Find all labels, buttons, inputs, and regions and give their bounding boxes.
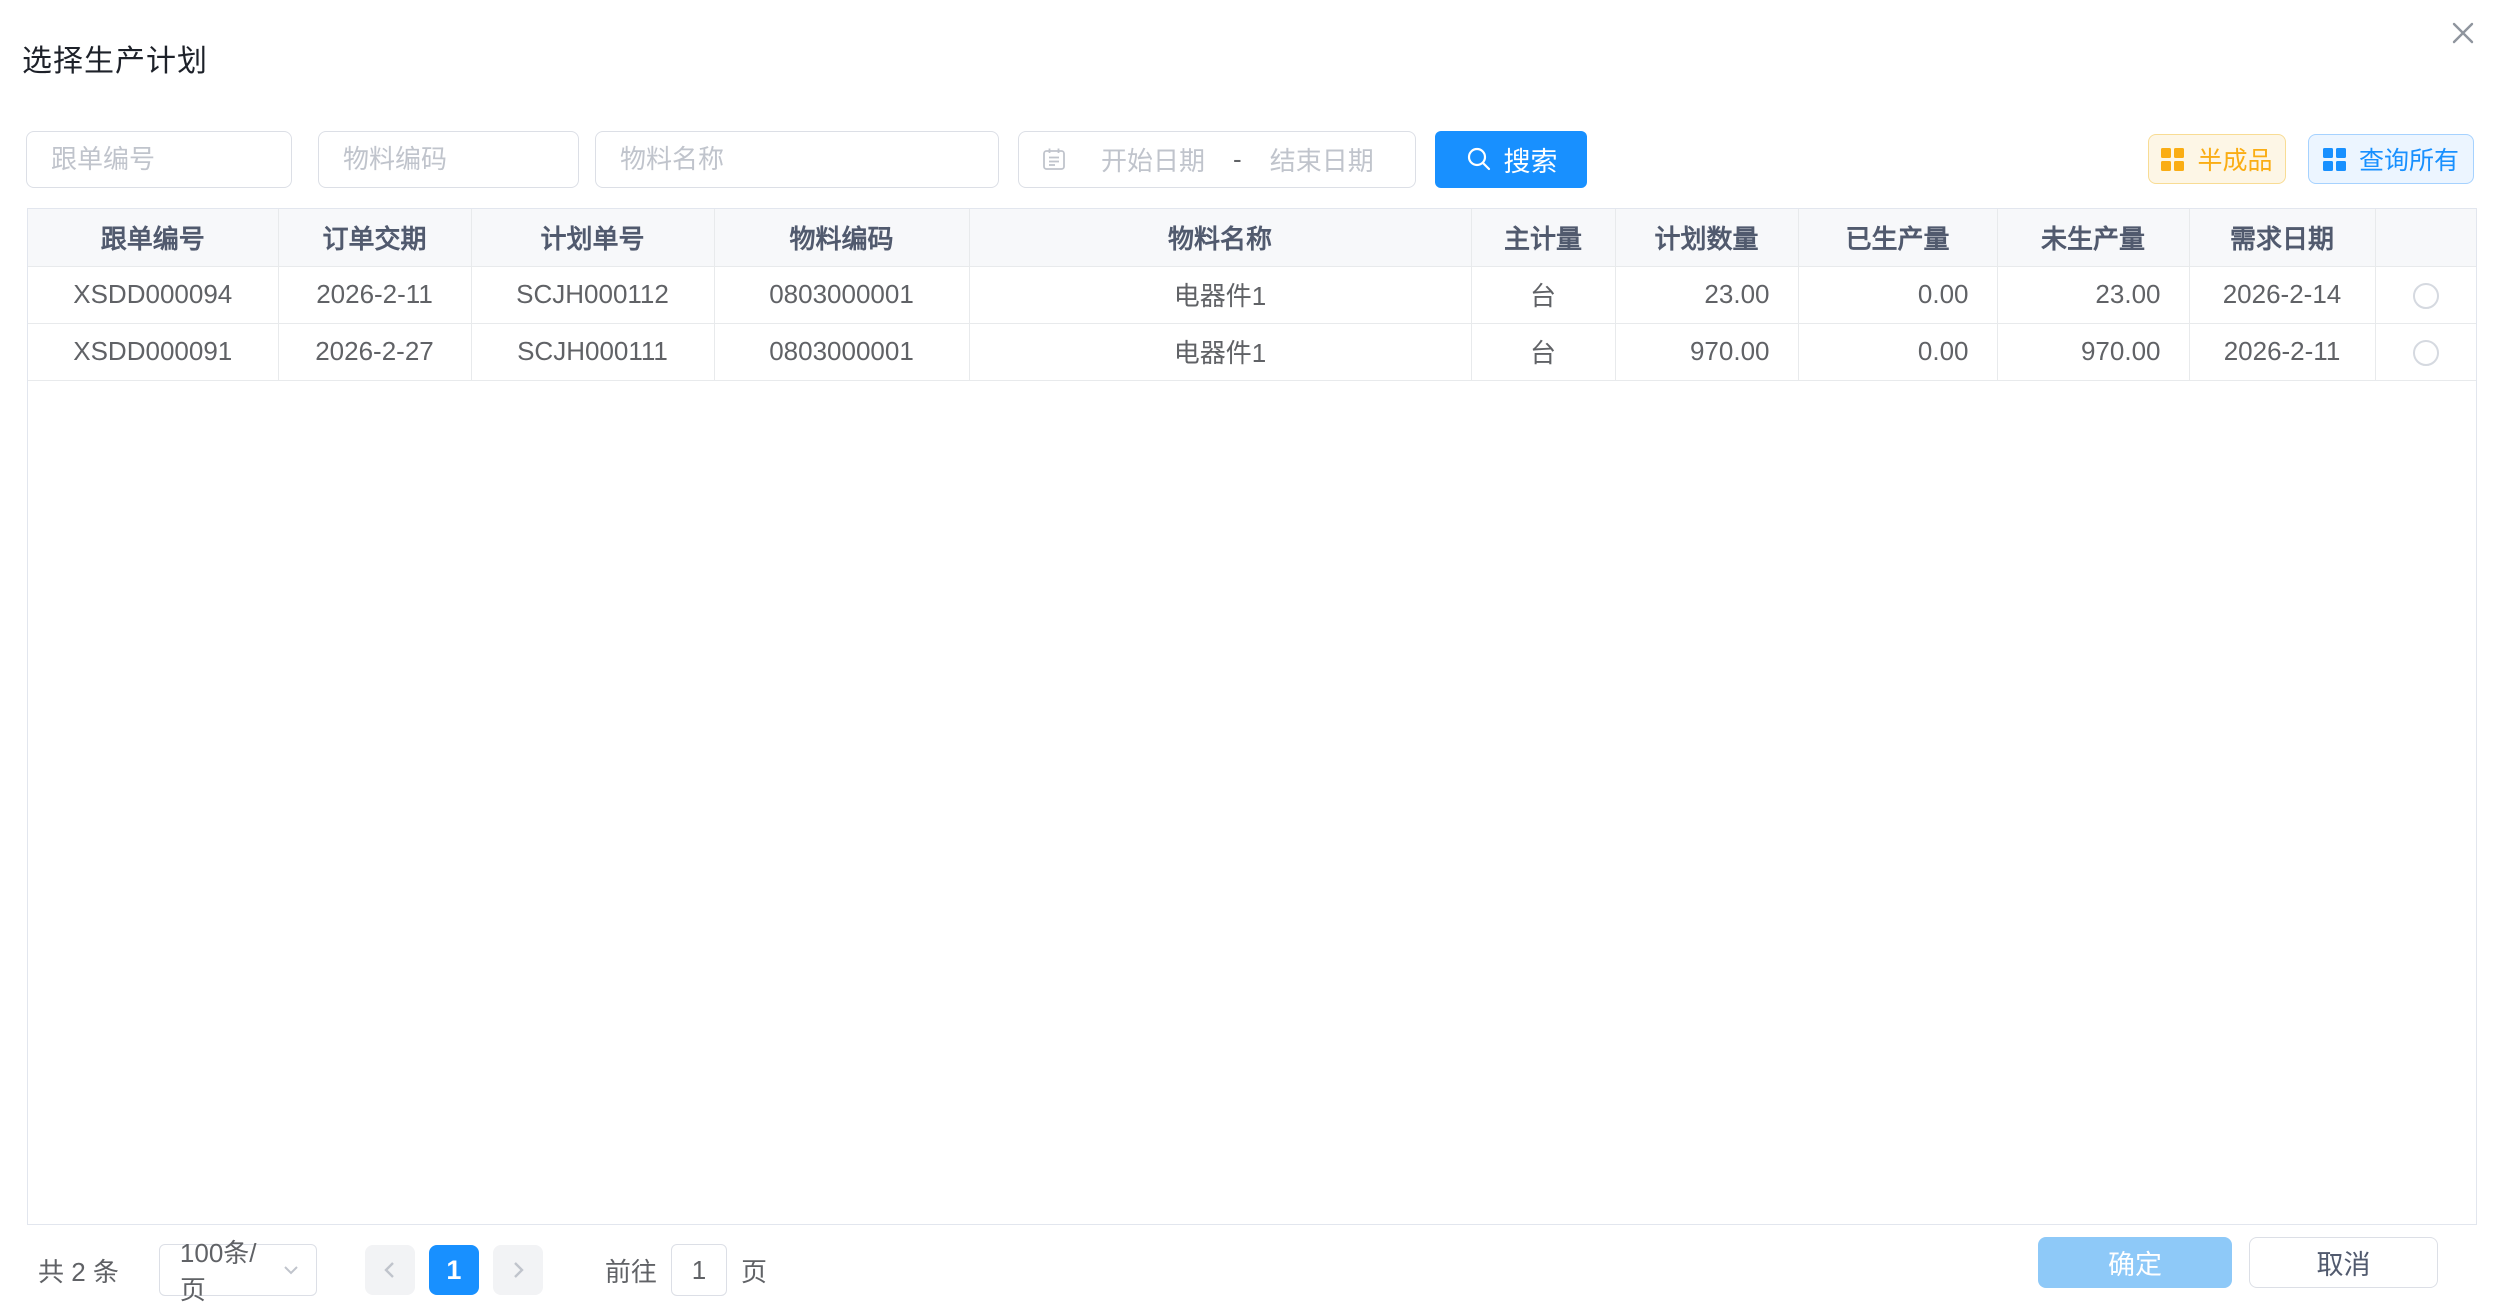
table-row[interactable]: XSDD000091 2026-2-27 SCJH000111 08030000… [28, 323, 2476, 380]
close-icon [2448, 18, 2478, 48]
semi-finished-label: 半成品 [2197, 141, 2272, 177]
cell-material-name: 电器件1 [969, 266, 1471, 323]
close-button[interactable] [2440, 10, 2486, 56]
query-all-label: 查询所有 [2359, 141, 2459, 177]
cell-planned-qty: 23.00 [1615, 266, 1798, 323]
col-header-plan-no: 计划单号 [471, 209, 714, 266]
pagination: 共 2 条 100条/页 1 前往 页 [38, 1244, 767, 1296]
category-grid-icon [2161, 148, 2184, 171]
col-header-demand-date: 需求日期 [2189, 209, 2375, 266]
date-start-placeholder: 开始日期 [1101, 141, 1205, 178]
cell-select [2375, 266, 2476, 323]
row-radio-button[interactable] [2413, 340, 2439, 366]
page-size-select[interactable]: 100条/页 [159, 1244, 317, 1296]
col-header-material-name: 物料名称 [969, 209, 1471, 266]
table-row[interactable]: XSDD000094 2026-2-11 SCJH000112 08030000… [28, 266, 2476, 323]
cell-order-no: XSDD000091 [28, 323, 278, 380]
cell-plan-no: SCJH000111 [471, 323, 714, 380]
col-header-unproduced-qty: 未生产量 [1997, 209, 2189, 266]
calendar-icon [1041, 146, 1067, 172]
production-plan-table: 跟单编号 订单交期 计划单号 物料编码 物料名称 主计量 计划数量 已生产量 未… [27, 208, 2477, 1225]
col-header-planned-qty: 计划数量 [1615, 209, 1798, 266]
cell-order-no: XSDD000094 [28, 266, 278, 323]
cell-unit: 台 [1471, 266, 1615, 323]
chevron-down-icon [280, 1259, 302, 1281]
col-header-unit: 主计量 [1471, 209, 1615, 266]
prev-page-button[interactable] [365, 1245, 415, 1295]
query-all-button[interactable]: 查询所有 [2308, 134, 2474, 184]
current-page-button[interactable]: 1 [429, 1245, 479, 1295]
total-count-label: 共 2 条 [38, 1252, 119, 1289]
cell-plan-no: SCJH000112 [471, 266, 714, 323]
search-button[interactable]: 搜索 [1435, 131, 1587, 188]
page-title: 选择生产计划 [22, 36, 208, 80]
cell-material-name: 电器件1 [969, 323, 1471, 380]
date-separator: - [1233, 144, 1242, 175]
category-grid-icon [2323, 148, 2346, 171]
col-header-select [2375, 209, 2476, 266]
next-page-button[interactable] [493, 1245, 543, 1295]
cancel-button[interactable]: 取消 [2249, 1237, 2438, 1288]
goto-page-input[interactable] [671, 1244, 727, 1296]
cell-material-code: 0803000001 [714, 323, 969, 380]
col-header-material-code: 物料编码 [714, 209, 969, 266]
chevron-right-icon [506, 1258, 530, 1282]
table-header-row: 跟单编号 订单交期 计划单号 物料编码 物料名称 主计量 计划数量 已生产量 未… [28, 209, 2476, 266]
cell-demand-date: 2026-2-14 [2189, 266, 2375, 323]
confirm-button[interactable]: 确定 [2038, 1237, 2232, 1288]
cell-demand-date: 2026-2-11 [2189, 323, 2375, 380]
page-size-value: 100条/页 [180, 1233, 280, 1307]
filter-bar: 开始日期 - 结束日期 搜索 半成品 查询所有 [26, 130, 2474, 188]
cell-select [2375, 323, 2476, 380]
cell-unproduced-qty: 23.00 [1997, 266, 2189, 323]
cell-order-delivery: 2026-2-11 [278, 266, 471, 323]
cell-unproduced-qty: 970.00 [1997, 323, 2189, 380]
semi-finished-button[interactable]: 半成品 [2148, 134, 2286, 184]
row-radio-button[interactable] [2413, 283, 2439, 309]
goto-label: 前往 [605, 1252, 657, 1289]
search-icon [1465, 145, 1493, 173]
cell-planned-qty: 970.00 [1615, 323, 1798, 380]
chevron-left-icon [378, 1258, 402, 1282]
cell-unit: 台 [1471, 323, 1615, 380]
material-code-input[interactable] [318, 131, 579, 188]
cell-material-code: 0803000001 [714, 266, 969, 323]
search-button-label: 搜索 [1504, 140, 1558, 179]
col-header-order-no: 跟单编号 [28, 209, 278, 266]
col-header-order-delivery: 订单交期 [278, 209, 471, 266]
cell-produced-qty: 0.00 [1798, 323, 1997, 380]
material-name-input[interactable] [595, 131, 999, 188]
date-range-picker[interactable]: 开始日期 - 结束日期 [1018, 131, 1416, 188]
cell-order-delivery: 2026-2-27 [278, 323, 471, 380]
col-header-produced-qty: 已生产量 [1798, 209, 1997, 266]
page-unit-label: 页 [741, 1252, 767, 1289]
date-end-placeholder: 结束日期 [1270, 141, 1374, 178]
cell-produced-qty: 0.00 [1798, 266, 1997, 323]
order-no-input[interactable] [26, 131, 292, 188]
